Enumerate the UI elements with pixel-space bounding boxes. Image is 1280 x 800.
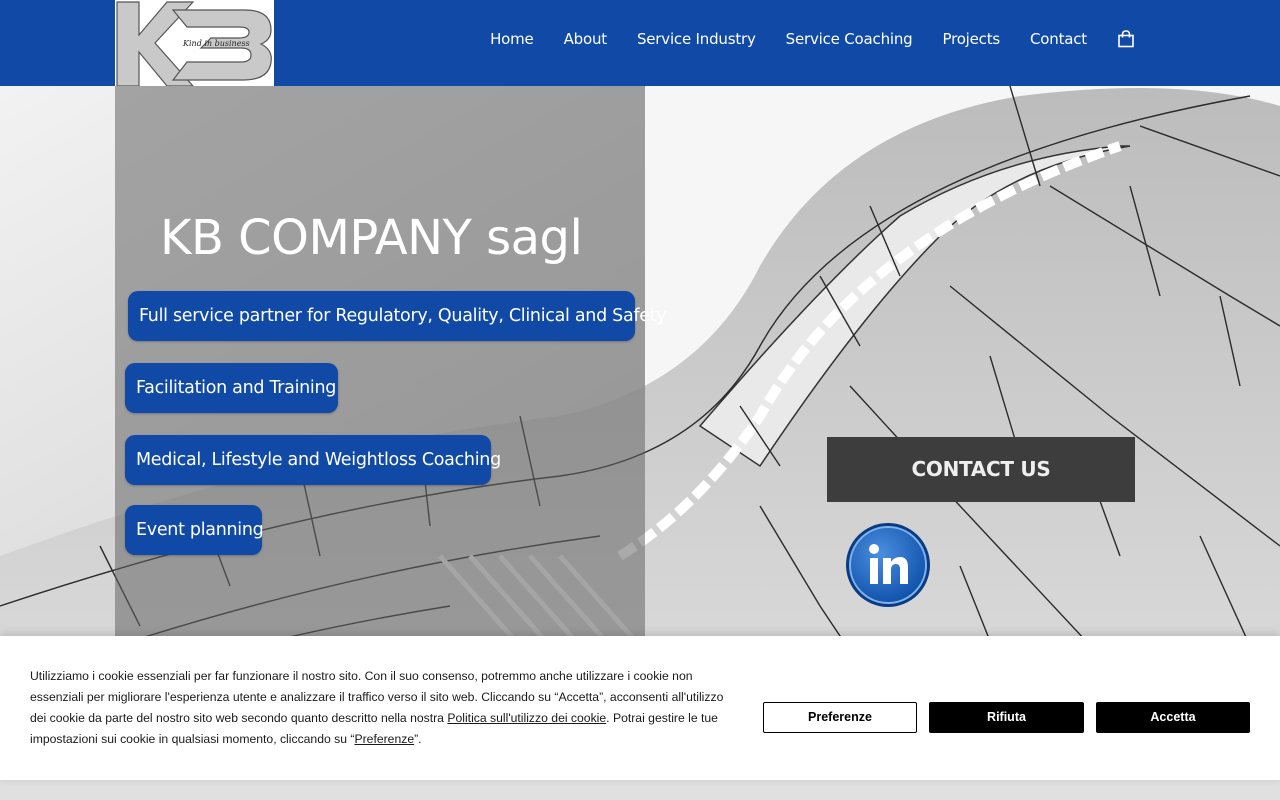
cookie-preferences-button[interactable]: Preferenze (763, 702, 917, 733)
cookie-banner: Utilizziamo i cookie essenziali per far … (0, 636, 1280, 780)
contact-us-button[interactable]: CONTACT US (827, 437, 1135, 502)
cookie-message: Utilizziamo i cookie essenziali per far … (30, 666, 735, 750)
logo-tagline: Kind in business (182, 39, 250, 48)
cookie-reject-button[interactable]: Rifiuta (929, 702, 1084, 733)
service-pill-facilitation: Facilitation and Training (125, 363, 338, 413)
cookie-preferences-link[interactable]: Preferenze (354, 732, 414, 746)
nav-service-coaching[interactable]: Service Coaching (786, 30, 913, 48)
site-header: Kind in business Home About Service Indu… (0, 0, 1280, 86)
service-pill-coaching: Medical, Lifestyle and Weightloss Coachi… (125, 435, 501, 485)
cookie-text-part-3: ”. (414, 732, 422, 746)
kb-logo-mark: Kind in business (115, 0, 274, 86)
service-pill-event-planning: Event planning (125, 505, 264, 555)
nav-about[interactable]: About (564, 30, 608, 48)
linkedin-icon[interactable] (845, 522, 931, 608)
cookie-policy-link[interactable]: Politica sull'utilizzo dei cookie (447, 711, 606, 725)
nav-home[interactable]: Home (490, 30, 534, 48)
company-title: KB COMPANY sagl (160, 210, 583, 266)
nav-service-industry[interactable]: Service Industry (637, 30, 756, 48)
kb-logo[interactable]: Kind in business (115, 0, 274, 86)
nav-contact[interactable]: Contact (1030, 30, 1087, 48)
cookie-accept-button[interactable]: Accetta (1096, 702, 1250, 733)
main-nav: Home About Service Industry Service Coac… (490, 0, 1135, 78)
service-pill-regulatory: Full service partner for Regulatory, Qua… (128, 291, 667, 341)
nav-projects[interactable]: Projects (942, 30, 1000, 48)
shopping-bag-icon[interactable] (1117, 30, 1135, 48)
